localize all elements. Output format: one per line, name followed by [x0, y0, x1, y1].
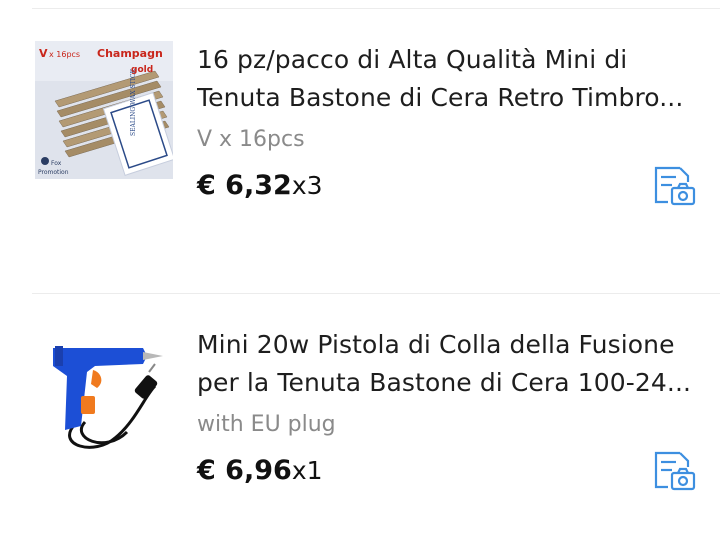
product-image-glue-gun[interactable]	[35, 326, 173, 464]
price-amount: € 6,32	[197, 170, 292, 201]
color-sub-text: gold	[131, 65, 153, 75]
color-name-text: Champagn	[97, 47, 163, 60]
product-image-wax-sticks[interactable]: SEALING WAX STICK V x 16pcs Champagn gol…	[35, 41, 173, 179]
brand-sub-text: Promotion	[38, 169, 69, 176]
price-line: € 6,32x3	[197, 170, 323, 201]
tag-text: V	[39, 47, 48, 60]
price-amount: € 6,96	[197, 455, 292, 486]
cart-item[interactable]: SEALING WAX STICK V x 16pcs Champagn gol…	[0, 0, 720, 206]
seal-label-text: SEALING WAX STICK	[130, 68, 137, 136]
product-title[interactable]: 16 pz/pacco di Alta Qualità Mini di Tenu…	[197, 41, 697, 117]
product-title[interactable]: Mini 20w Pistola di Colla della Fusione …	[197, 326, 697, 402]
quantity: x1	[291, 456, 323, 485]
quantity: x3	[291, 171, 323, 200]
product-variant: V x 16pcs	[197, 127, 305, 152]
count-text: x 16pcs	[49, 50, 80, 59]
product-variant: with EU plug	[197, 412, 336, 437]
cart-item[interactable]: Mini 20w Pistola di Colla della Fusione …	[0, 285, 720, 491]
brand-text: Fox	[51, 160, 62, 167]
price-line: € 6,96x1	[197, 455, 323, 486]
add-to-cart-icon[interactable]	[650, 445, 698, 493]
add-to-cart-icon[interactable]	[650, 160, 698, 208]
